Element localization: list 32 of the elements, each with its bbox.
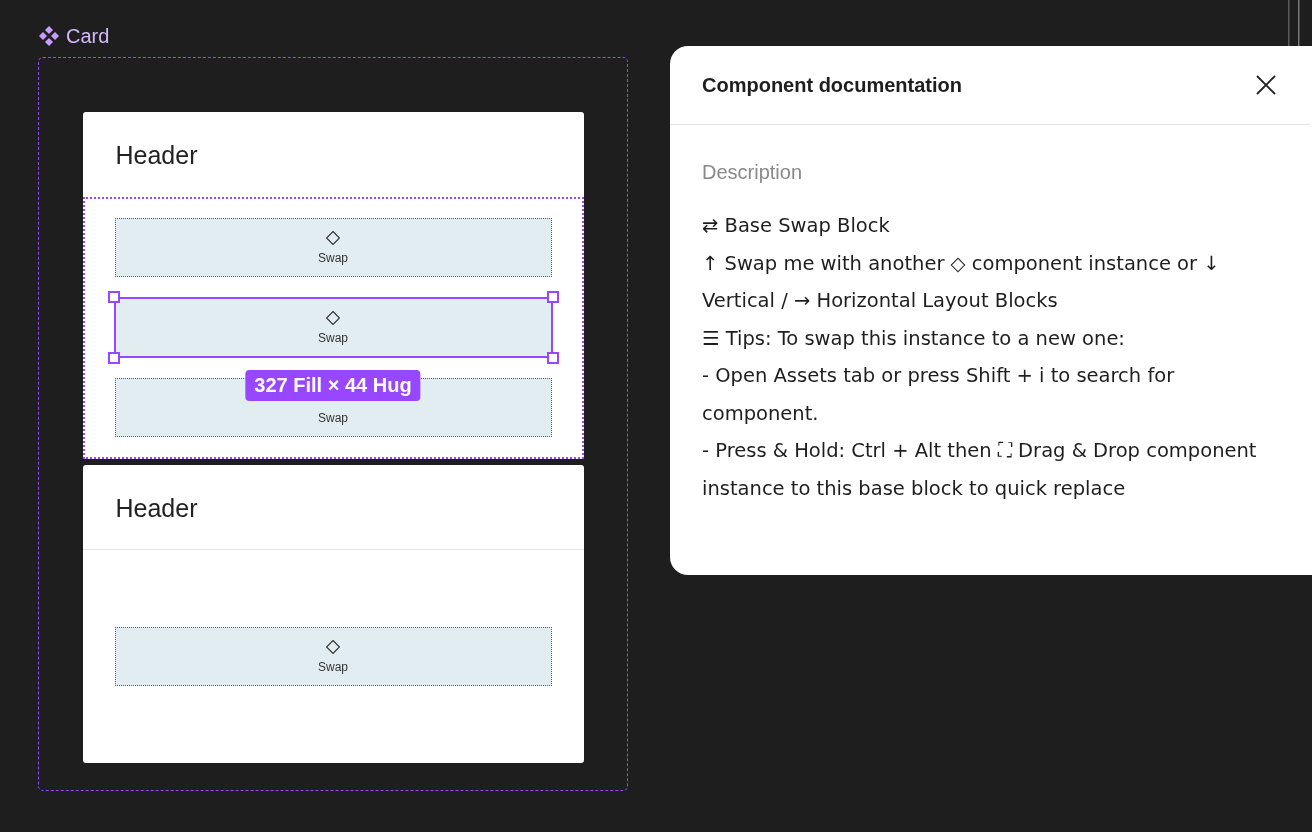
card-header: Header	[82, 465, 584, 550]
diamond-icon	[326, 230, 340, 245]
swap-slot[interactable]: Swap	[114, 298, 552, 357]
swap-slot[interactable]: Swap	[114, 218, 552, 277]
description-text: ↑ Swap me with another ◇ component instance or ↓ Vertical / → Horizontal Layout Blocks	[702, 250, 1221, 314]
panel-title: Component documentation	[702, 73, 962, 97]
description-text: - Open Assets tab or press Shift + i to search for component.	[702, 363, 1176, 427]
card-header: Header	[114, 140, 199, 171]
close-button[interactable]	[1254, 73, 1278, 97]
card[interactable]: Header Swap Swap 327 Fill × 44 Hug Swap	[82, 112, 584, 459]
slot-label: Swap	[318, 250, 348, 265]
resize-handle[interactable]	[546, 352, 559, 364]
size-tooltip: 327 Fill × 44 Hug	[245, 370, 421, 401]
slot-label: Swap	[318, 410, 348, 425]
description-text: ⇄ Base Swap Block	[702, 213, 891, 239]
component-name[interactable]: Card	[66, 24, 110, 48]
component-frame[interactable]: Header Swap Swap 327 Fill × 44 Hug Swap Header Swap	[38, 57, 628, 791]
diamond-icon	[326, 639, 340, 654]
description-text: - Press & Hold: Ctrl + Alt then ⛶ Drag & Drop component instance to this base block to quick replace	[702, 438, 1258, 502]
card-body[interactable]: Swap Swap 327 Fill × 44 Hug Swap	[82, 197, 584, 459]
card[interactable]: Header Swap	[82, 465, 584, 763]
swap-slot[interactable]: Swap	[114, 627, 552, 686]
resize-handle[interactable]	[546, 291, 559, 303]
diamond-icon	[326, 310, 340, 325]
section-label: Description	[702, 161, 804, 184]
slot-label: Swap	[318, 659, 348, 674]
resize-handle[interactable]	[107, 352, 120, 364]
slot-label: Swap	[318, 330, 348, 345]
card-body[interactable]: Swap	[82, 550, 584, 763]
resize-handle[interactable]	[107, 291, 120, 303]
description-text: ☰ Tips: To swap this instance to a new one:	[702, 325, 1126, 352]
component-icon	[38, 25, 60, 47]
